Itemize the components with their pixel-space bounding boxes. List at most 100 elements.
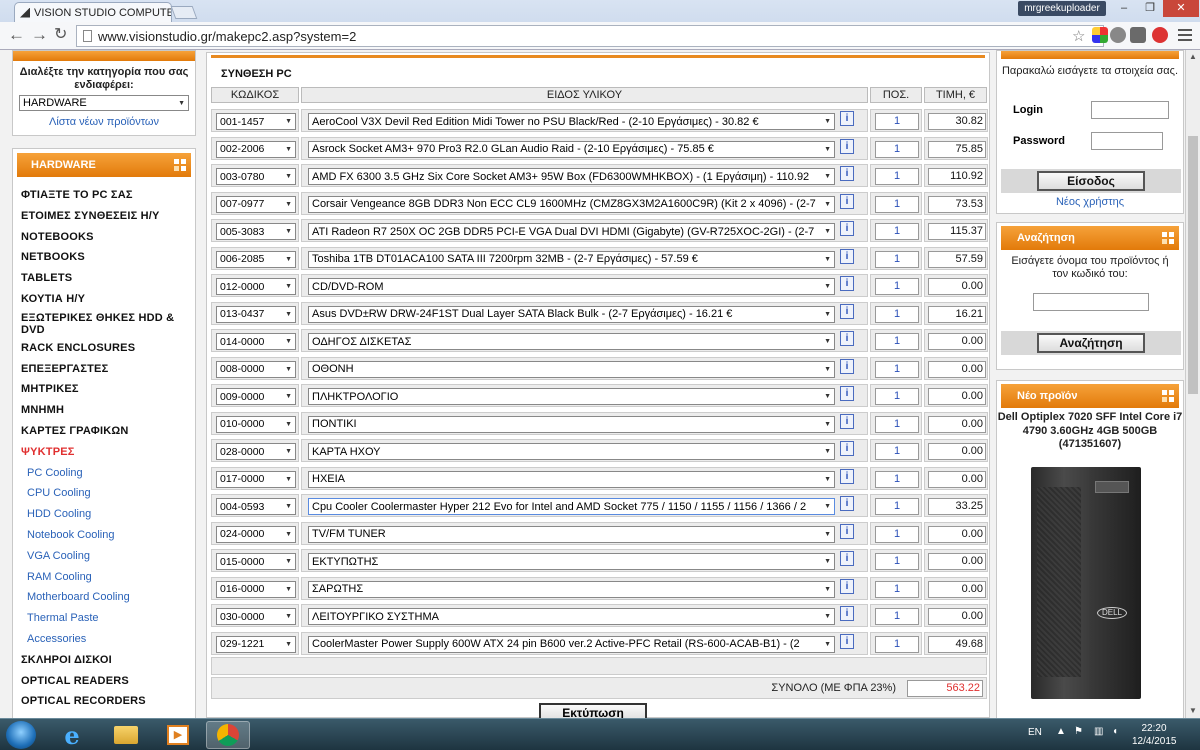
menu-item[interactable]: ΦΤΙΑΞΤΕ ΤΟ PC ΣΑΣ — [13, 185, 195, 206]
info-icon[interactable]: i — [840, 386, 854, 401]
menu-item[interactable]: OPTICAL READERS — [13, 671, 195, 692]
menu-subitem[interactable]: HDD Cooling — [13, 504, 195, 525]
product-select[interactable]: CoolerMaster Power Supply 600W ATX 24 pi… — [308, 635, 835, 653]
menu-subitem[interactable]: Accessories — [13, 629, 195, 650]
menu-item[interactable]: ΕΤΟΙΜΕΣ ΣΥΝΘΕΣΕΙΣ Η/Υ — [13, 206, 195, 227]
code-select[interactable]: 009-0000 ▼ — [216, 388, 296, 405]
code-select[interactable]: 017-0000 ▼ — [216, 470, 296, 488]
browser-tab[interactable]: VISION STUDIO COMPUTE ✕ — [14, 2, 172, 22]
forward-icon[interactable]: → — [31, 26, 48, 44]
code-select[interactable]: 003-0780 ▼ — [216, 168, 296, 185]
new-product-name[interactable]: Dell Optiplex 7020 SFF Intel Core i7 479… — [997, 411, 1183, 452]
login-button[interactable]: Είσοδος — [1037, 171, 1145, 191]
info-icon[interactable]: i — [840, 221, 854, 236]
file-explorer-icon[interactable] — [104, 721, 148, 749]
info-icon[interactable]: i — [840, 303, 854, 319]
product-select[interactable]: TV/FM TUNER ▼ — [308, 525, 835, 543]
tray-arrow-icon[interactable]: ▲ — [1056, 726, 1066, 737]
menu-subitem[interactable]: VGA Cooling — [13, 546, 195, 567]
code-select[interactable]: 002-2006 ▼ — [216, 140, 296, 158]
product-select[interactable]: Corsair Vengeance 8GB DDR3 Non ECC CL9 1… — [308, 195, 835, 213]
info-icon[interactable]: i — [840, 193, 854, 209]
media-player-icon[interactable]: ▶ — [156, 721, 200, 749]
page-scrollbar[interactable]: ▲ ▼ — [1185, 50, 1200, 718]
product-select[interactable]: CD/DVD-ROM ▼ — [308, 278, 835, 295]
menu-item[interactable]: NOTEBOOKS — [13, 227, 195, 248]
code-select[interactable]: 008-0000 ▼ — [216, 360, 296, 378]
code-select[interactable]: 028-0000 ▼ — [216, 443, 296, 460]
info-icon[interactable]: i — [840, 111, 854, 126]
menu-item[interactable]: NETBOOKS — [13, 247, 195, 268]
login-input[interactable] — [1091, 101, 1169, 119]
extension-icon[interactable] — [1130, 27, 1146, 43]
code-select[interactable]: 024-0000 ▼ — [216, 525, 296, 543]
clock[interactable]: 22:20 12/4/2015 — [1132, 722, 1177, 748]
scroll-down-icon[interactable]: ▼ — [1189, 706, 1197, 715]
scrollbar-thumb[interactable] — [1188, 136, 1198, 394]
reload-icon[interactable]: ↻ — [54, 26, 67, 44]
qty-input[interactable]: 1 — [875, 195, 919, 213]
info-icon[interactable]: i — [840, 248, 854, 264]
search-input[interactable] — [1033, 293, 1149, 311]
qty-input[interactable]: 1 — [875, 140, 919, 158]
product-select[interactable]: AMD FX 6300 3.5 GHz Six Core Socket AM3+… — [308, 168, 835, 185]
product-select[interactable]: Cpu Cooler Coolermaster Hyper 212 Evo fo… — [308, 498, 835, 515]
window-close-icon[interactable]: ✕ — [1163, 0, 1199, 17]
menu-item[interactable]: ΜΝΗΜΗ — [13, 400, 195, 421]
qty-input[interactable]: 1 — [875, 415, 919, 433]
code-select[interactable]: 029-1221 ▼ — [216, 635, 296, 653]
menu-subitem[interactable]: Motherboard Cooling — [13, 587, 195, 608]
info-icon[interactable]: i — [840, 468, 854, 484]
new-user-link[interactable]: Νέος χρήστης — [997, 196, 1183, 208]
menu-subitem[interactable]: CPU Cooling — [13, 483, 195, 504]
info-icon[interactable]: i — [840, 496, 854, 511]
product-select[interactable]: ΚΑΡΤΑ ΗΧΟΥ ▼ — [308, 443, 835, 460]
info-icon[interactable]: i — [840, 523, 854, 539]
code-select[interactable]: 013-0437 ▼ — [216, 305, 296, 323]
profile-badge[interactable]: mrgreekuploader — [1018, 1, 1106, 16]
code-select[interactable]: 001-1457 ▼ — [216, 113, 296, 130]
scroll-up-icon[interactable]: ▲ — [1189, 52, 1197, 61]
code-select[interactable]: 016-0000 ▼ — [216, 580, 296, 598]
flag-icon[interactable]: ⚑ — [1074, 726, 1083, 737]
code-select[interactable]: 030-0000 ▼ — [216, 608, 296, 625]
product-select[interactable]: ΠΟΝΤΙΚΙ ▼ — [308, 415, 835, 433]
qty-input[interactable]: 1 — [875, 360, 919, 378]
qty-input[interactable]: 1 — [875, 470, 919, 488]
language-indicator[interactable]: EN — [1028, 727, 1042, 738]
extension-icon[interactable] — [1152, 27, 1168, 43]
menu-icon[interactable] — [1178, 28, 1192, 42]
print-button[interactable]: Εκτύπωση — [539, 703, 647, 718]
menu-item[interactable]: RACK ENCLOSURES — [13, 338, 195, 359]
qty-input[interactable]: 1 — [875, 333, 919, 350]
new-products-link[interactable]: Λίστα νέων προϊόντων — [13, 116, 195, 128]
extension-icon[interactable] — [1092, 27, 1108, 43]
volume-icon[interactable]: ◖ — [1112, 726, 1118, 737]
info-icon[interactable]: i — [840, 633, 854, 649]
code-select[interactable]: 007-0977 ▼ — [216, 195, 296, 213]
menu-subitem[interactable]: Notebook Cooling — [13, 525, 195, 546]
product-select[interactable]: ΗΧΕΙΑ ▼ — [308, 470, 835, 488]
menu-item[interactable]: ΚΑΡΤΕΣ ΓΡΑΦΙΚΩΝ — [13, 421, 195, 442]
code-select[interactable]: 004-0593 ▼ — [216, 498, 296, 515]
code-select[interactable]: 005-3083 ▼ — [216, 223, 296, 240]
new-tab-button[interactable] — [170, 6, 198, 19]
code-select[interactable]: 014-0000 ▼ — [216, 333, 296, 350]
ie-icon[interactable]: e — [50, 721, 94, 750]
search-button[interactable]: Αναζήτηση — [1037, 333, 1145, 353]
minimize-icon[interactable]: – — [1112, 0, 1136, 17]
menu-item[interactable]: ΨΥΚΤΡΕΣ — [13, 442, 195, 463]
product-select[interactable]: ΕΚΤΥΠΩΤΗΣ ▼ — [308, 553, 835, 570]
info-icon[interactable]: i — [840, 606, 854, 621]
qty-input[interactable]: 1 — [875, 443, 919, 460]
product-select[interactable]: Asus DVD±RW DRW-24F1ST Dual Layer SATA B… — [308, 305, 835, 323]
qty-input[interactable]: 1 — [875, 250, 919, 268]
menu-subitem[interactable]: RAM Cooling — [13, 567, 195, 588]
product-select[interactable]: ΟΘΟΝΗ ▼ — [308, 360, 835, 378]
qty-input[interactable]: 1 — [875, 388, 919, 405]
info-icon[interactable]: i — [840, 358, 854, 374]
info-icon[interactable]: i — [840, 138, 854, 154]
menu-subitem[interactable]: Thermal Paste — [13, 608, 195, 629]
qty-input[interactable]: 1 — [875, 223, 919, 240]
qty-input[interactable]: 1 — [875, 168, 919, 185]
